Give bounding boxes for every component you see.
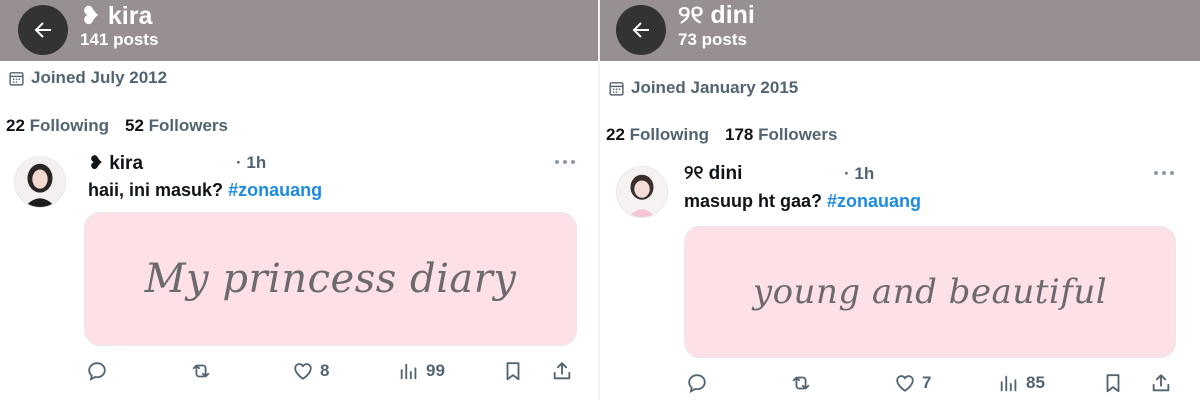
joined-date: Joined January 2015 <box>608 78 798 98</box>
reply-button[interactable] <box>86 360 108 382</box>
retweet-icon <box>192 364 210 378</box>
tweet-media[interactable]: young and beautiful <box>684 226 1176 358</box>
avatar[interactable] <box>14 156 66 208</box>
views-count: 99 <box>426 361 445 380</box>
bookmark-icon <box>506 362 520 381</box>
header-display-name: ୨୧ dini <box>678 1 755 29</box>
follow-stats: 22 Following 52 Followers <box>6 116 228 136</box>
hashtag-link[interactable]: #zonauang <box>228 180 322 200</box>
following-link[interactable]: 22 Following <box>606 125 709 145</box>
reply-icon <box>88 362 106 382</box>
media-caption: My princess diary <box>144 256 517 302</box>
tweet-time[interactable]: · 1h <box>236 153 266 173</box>
followers-link[interactable]: 178 Followers <box>725 125 837 145</box>
following-label: Following <box>629 125 709 144</box>
more-options-button[interactable] <box>1152 168 1176 178</box>
like-count: 8 <box>320 361 330 380</box>
retweet-icon <box>792 376 810 390</box>
joined-date-text: Joined July 2012 <box>31 68 168 87</box>
profile-header-bar: ❥ kira 141 posts <box>0 0 598 61</box>
tweet-body: masuup ht gaa? <box>684 191 823 211</box>
profile-header-bar: ୨୧ dini 73 posts <box>600 0 1200 61</box>
media-caption: young and beautiful <box>752 272 1108 312</box>
tweet-author-name[interactable]: ୨୧ dini <box>684 163 742 185</box>
share-icon <box>553 362 571 380</box>
views-icon <box>1000 375 1017 392</box>
joined-date: Joined July 2012 <box>8 68 167 88</box>
avatar[interactable] <box>616 166 668 218</box>
following-count: 22 <box>606 125 625 144</box>
followers-label: Followers <box>758 125 838 144</box>
more-dots-icon <box>1154 171 1174 175</box>
share-icon <box>1152 374 1170 392</box>
bookmark-button[interactable] <box>1102 372 1124 394</box>
reply-button[interactable] <box>686 372 708 394</box>
tweet-media[interactable]: My princess diary <box>84 212 577 346</box>
profile-panel-kira: ❥ kira 141 posts Joined July 2012 22 Fol… <box>0 0 598 400</box>
following-count: 22 <box>6 116 25 135</box>
header-post-count: 73 posts <box>678 30 747 49</box>
followers-label: Followers <box>148 116 228 135</box>
back-button[interactable] <box>616 5 666 55</box>
tweet-time[interactable]: · 1h <box>844 164 874 184</box>
tweet-body: haii, ini masuk? <box>88 180 224 200</box>
views-count: 85 <box>1026 373 1045 392</box>
following-link[interactable]: 22 Following <box>6 116 109 136</box>
arrow-left-icon <box>632 22 649 38</box>
calendar-icon <box>609 81 624 96</box>
calendar-icon <box>9 71 24 86</box>
views-icon <box>400 363 417 380</box>
tweet-author-name[interactable]: ❥ kira <box>88 152 143 175</box>
followers-link[interactable]: 52 Followers <box>125 116 228 136</box>
tweet-text: masuup ht gaa? #zonauang <box>684 191 921 212</box>
more-options-button[interactable] <box>553 157 577 167</box>
arrow-left-icon <box>34 22 51 38</box>
heart-icon <box>294 363 312 380</box>
tweet-text: haii, ini masuk? #zonauang <box>88 180 322 201</box>
like-button[interactable]: 7 <box>894 372 931 394</box>
like-count: 7 <box>922 373 932 392</box>
followers-count: 178 <box>724 125 754 144</box>
retweet-button[interactable] <box>790 372 812 394</box>
views-button[interactable]: 99 <box>398 360 445 382</box>
follow-stats: 22 Following 178 Followers <box>606 125 837 145</box>
avatar-image <box>617 167 667 217</box>
bookmark-button[interactable] <box>502 360 524 382</box>
following-label: Following <box>29 116 109 135</box>
share-button[interactable] <box>551 360 573 382</box>
avatar-image <box>15 157 65 207</box>
hashtag-link[interactable]: #zonauang <box>827 191 921 211</box>
bookmark-icon <box>1106 374 1120 393</box>
like-button[interactable]: 8 <box>292 360 329 382</box>
header-display-name: ❥ kira <box>80 2 153 30</box>
joined-date-text: Joined January 2015 <box>631 78 799 97</box>
header-post-count: 141 posts <box>80 30 159 49</box>
heart-icon <box>896 375 914 392</box>
back-button[interactable] <box>18 5 68 55</box>
retweet-button[interactable] <box>190 360 212 382</box>
profile-panel-dini: ୨୧ dini 73 posts Joined January 2015 22 … <box>598 0 1200 400</box>
share-button[interactable] <box>1150 372 1172 394</box>
views-button[interactable]: 85 <box>998 372 1045 394</box>
followers-count: 52 <box>124 116 144 135</box>
more-dots-icon <box>555 160 575 164</box>
reply-icon <box>688 374 706 394</box>
